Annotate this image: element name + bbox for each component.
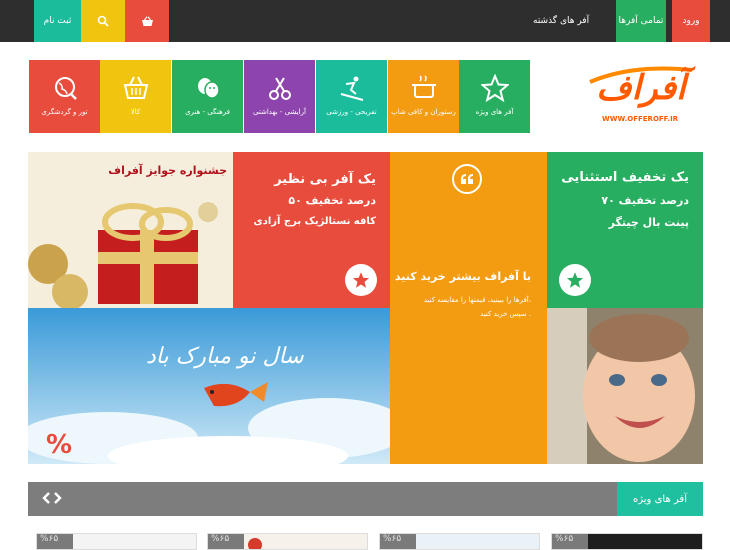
star-icon: [352, 272, 370, 288]
baby-photo: [547, 308, 703, 464]
offer-tile-cafe[interactable]: یک آفر بی نظیر ۵۰ درصد تخفیف کافه نستالژ…: [233, 152, 390, 308]
offer-discount: ۵۰ درصد تخفیف: [288, 194, 376, 207]
basket-button[interactable]: [125, 0, 169, 42]
scissors-icon: [268, 77, 291, 100]
gift-festival-banner[interactable]: جشنواره جوایز آفراف: [28, 152, 233, 308]
search-icon: [97, 15, 109, 27]
star-icon: [566, 272, 584, 288]
globe-icon: [54, 77, 77, 100]
baby-photo-icon: [547, 308, 703, 464]
offer-tile-paintball[interactable]: یک تخفیف استثنایی ۷۰ درصد تخفیف پینت بال…: [547, 152, 703, 308]
offer-card[interactable]: %۶۵: [379, 533, 540, 550]
offer-headline: یک آفر بی نظیر: [274, 172, 376, 187]
favorite-button[interactable]: [559, 264, 591, 296]
category-sports[interactable]: تفریحی - ورزشی: [316, 60, 387, 133]
percent-badge: %: [46, 430, 73, 460]
tile-body-line1: آفرها را ببینید، قیمتها را مقایسه کنید،: [423, 296, 531, 304]
offer-headline: یک تخفیف استثنایی: [561, 170, 689, 185]
offer-discount: ۷۰ درصد تخفیف: [601, 194, 689, 207]
chevron-left-icon[interactable]: [42, 492, 51, 504]
past-offers-label: آفر های گذشته: [533, 16, 590, 26]
offer-tile-shop-more[interactable]: با آفراف بیشتر خرید کنید آفرها را ببینید…: [390, 152, 547, 464]
login-link[interactable]: ورود: [672, 0, 710, 42]
chevron-right-icon[interactable]: [53, 492, 62, 504]
category-label: فرهنگی - هنری: [185, 108, 230, 116]
category-goods[interactable]: کالا: [100, 60, 171, 133]
category-label: تفریحی - ورزشی: [326, 108, 377, 116]
category-culture[interactable]: فرهنگی - هنری: [172, 60, 243, 133]
category-label: آفر های ویژه: [475, 108, 514, 116]
card-image: [248, 538, 262, 549]
pot-icon: [411, 75, 436, 98]
discount-badge: %۶۵: [380, 534, 416, 549]
category-special-offers[interactable]: آفر های ویژه: [459, 60, 530, 133]
slider-controls: [42, 492, 62, 504]
all-offers-link[interactable]: تمامی آفرها: [616, 0, 666, 42]
special-offers-bar: آفر های ویژه: [28, 482, 703, 516]
skier-icon: [340, 76, 363, 101]
category-tours[interactable]: تور و گردشگری: [29, 60, 100, 133]
section-title: آفر های ویژه: [617, 482, 703, 516]
banner-caption: سال نو مبارک باد: [146, 344, 304, 369]
nowruz-banner[interactable]: سال نو مبارک باد %: [28, 308, 390, 464]
category-label: رستوران و کافی شاپ: [391, 108, 456, 116]
goldfish-sky-icon: [28, 308, 390, 464]
category-label: تور و گردشگری: [41, 108, 88, 116]
basket-icon: [141, 15, 153, 26]
favorite-button[interactable]: [345, 264, 377, 296]
offer-venue: پینت بال چیتگر: [608, 216, 689, 229]
tile-body-line2: سپس خرید کنید .: [480, 310, 531, 318]
offer-card[interactable]: %۶۵: [36, 533, 197, 550]
offer-venue: کافه نستالژیک برج آزادی: [253, 216, 376, 227]
category-label: آرایشی - بهداشتی: [253, 108, 306, 116]
category-beauty[interactable]: آرایشی - بهداشتی: [244, 60, 315, 133]
basket-icon: [123, 76, 148, 99]
offer-card[interactable]: %۶۵: [207, 533, 368, 550]
search-button[interactable]: [81, 0, 125, 42]
login-label: ورود: [682, 16, 700, 26]
quote-icon: [452, 164, 482, 194]
register-label: ثبت نام: [43, 16, 72, 26]
register-button[interactable]: ثبت نام: [34, 0, 81, 42]
category-label: کالا: [130, 108, 141, 116]
masks-icon: [197, 78, 220, 99]
discount-badge: %۶۵: [552, 534, 588, 549]
banner-caption: جشنواره جوایز آفراف: [108, 164, 227, 177]
logo-title: آفراف: [596, 68, 686, 108]
logo-url: WWW.OFFEROFF.IR: [602, 115, 679, 123]
category-restaurant[interactable]: رستوران و کافی شاپ: [388, 60, 459, 133]
past-offers-link[interactable]: آفر های گذشته: [533, 0, 589, 42]
discount-badge: %۶۵: [208, 534, 244, 549]
site-logo[interactable]: آفراف WWW.OFFEROFF.IR: [582, 60, 700, 132]
star-icon: [480, 74, 509, 102]
offer-card[interactable]: %۶۵: [551, 533, 703, 550]
all-offers-label: تمامی آفرها: [618, 16, 664, 26]
tile-heading: با آفراف بیشتر خرید کنید: [394, 270, 531, 283]
top-navigation-bar: ثبت نام آفر های گذشته تمامی آفرها ورود: [0, 0, 730, 42]
discount-badge: %۶۵: [37, 534, 73, 549]
